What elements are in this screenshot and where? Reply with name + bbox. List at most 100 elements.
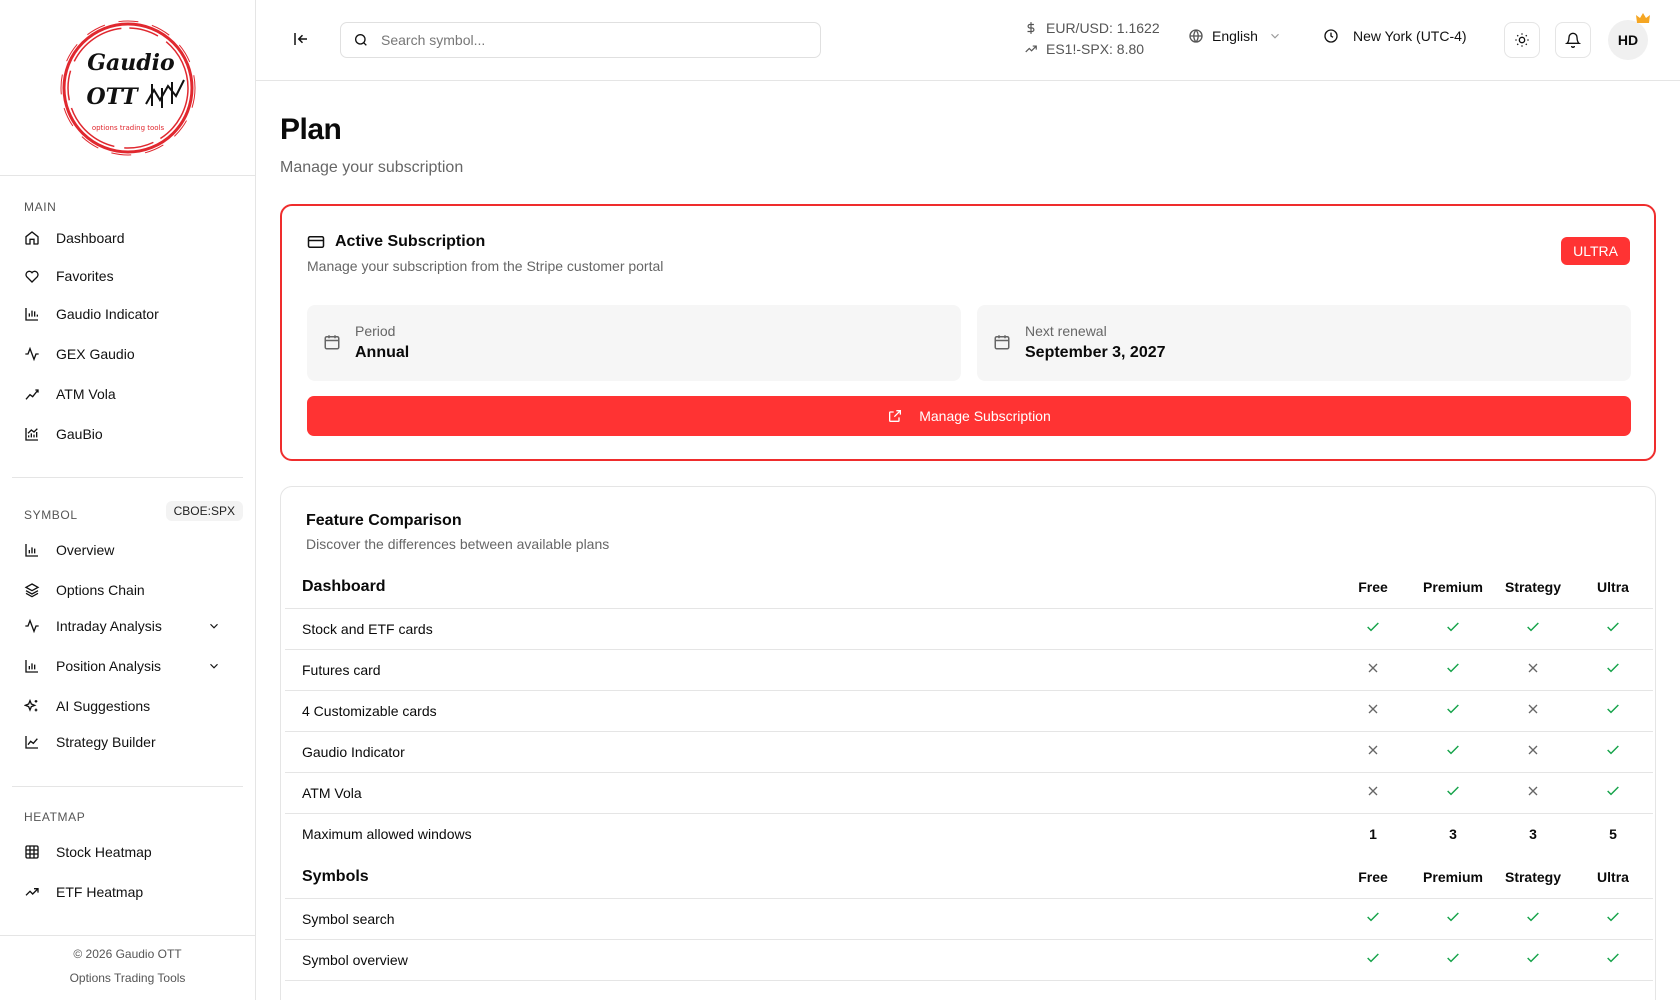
user-avatar[interactable]: HD [1608, 20, 1648, 60]
feature-comparison-subtitle: Discover the differences between availab… [306, 536, 610, 552]
table-row: Gaudio Indicator [285, 731, 1653, 773]
check-icon [1573, 772, 1653, 814]
calendar-icon [994, 335, 1010, 350]
section-heading: Symbols [285, 857, 1333, 899]
nav-gaubio[interactable]: GauBio [24, 420, 231, 448]
symbols-comparison-table: Symbols Free Premium Strategy Ultra Symb… [285, 857, 1653, 981]
cross-icon [1493, 690, 1573, 732]
chevron-down-icon [1271, 33, 1279, 39]
period-value: Annual [355, 344, 410, 361]
plan-header: Premium [1413, 857, 1493, 899]
notifications-button[interactable] [1555, 22, 1591, 58]
timezone-selector[interactable]: New York (UTC-4) [1323, 28, 1467, 44]
theme-toggle-button[interactable] [1504, 22, 1540, 58]
search-input[interactable] [381, 32, 781, 48]
nav-favorites[interactable]: Favorites [24, 262, 231, 290]
crown-icon [1636, 13, 1650, 23]
nav-gaudio-indicator[interactable]: Gaudio Indicator [24, 300, 231, 328]
check-icon [1413, 731, 1493, 773]
renewal-value: September 3, 2027 [1025, 344, 1166, 361]
language-selector[interactable]: English [1188, 28, 1282, 44]
feature-name: Symbol overview [285, 939, 1333, 981]
nav-atm-vola[interactable]: ATM Vola [24, 380, 231, 408]
nav-label: ATM Vola [56, 386, 116, 402]
check-icon [1573, 898, 1653, 940]
bar-chart-icon [24, 306, 40, 322]
globe-icon [1189, 29, 1203, 43]
copyright-text: © 2026 Gaudio OTT [73, 947, 182, 961]
period-box: Period Annual [307, 305, 961, 381]
nav-label: Overview [56, 542, 115, 558]
table-header-row: Dashboard Free Premium Strategy Ultra [285, 567, 1653, 609]
plan-header: Strategy [1493, 857, 1573, 899]
nav-gex-gaudio[interactable]: GEX Gaudio [24, 340, 231, 368]
gaudio-ott-logo[interactable]: Gaudio OTT options trading tools [58, 18, 198, 158]
feature-name: Stock and ETF cards [285, 608, 1333, 650]
nav-dashboard[interactable]: Dashboard [24, 224, 231, 252]
active-subscription-subtitle: Manage your subscription from the Stripe… [307, 258, 664, 274]
line-chart-icon [24, 734, 40, 750]
nav-overview[interactable]: Overview [24, 536, 231, 564]
nav-ai-suggestions[interactable]: AI Suggestions [24, 692, 231, 720]
symbols-rows: Symbol search Symbol overview [285, 898, 1653, 981]
check-icon [1413, 690, 1493, 732]
nav-options-chain[interactable]: Options Chain [24, 576, 231, 604]
divider [12, 477, 243, 478]
nav-intraday-analysis[interactable]: Intraday Analysis [24, 612, 231, 640]
check-icon [1413, 898, 1493, 940]
clock-icon [1324, 29, 1338, 43]
trending-up-icon [24, 884, 40, 900]
check-icon [1413, 772, 1493, 814]
feature-name: Maximum allowed windows [302, 825, 472, 842]
nav-etf-heatmap[interactable]: ETF Heatmap [24, 878, 231, 906]
sun-icon [1515, 33, 1529, 47]
bar-chart-icon [24, 658, 40, 674]
renewal-label: Next renewal [1025, 323, 1107, 339]
bell-icon [1565, 32, 1581, 48]
check-icon [1413, 939, 1493, 981]
chevron-down-icon[interactable] [207, 619, 221, 633]
check-icon [1573, 608, 1653, 650]
check-icon [1333, 939, 1413, 981]
chart-network-icon [24, 386, 40, 402]
nav-strategy-builder[interactable]: Strategy Builder [24, 728, 231, 756]
nav-label: Position Analysis [56, 658, 162, 674]
ticker-es-spx-text: ES1!-SPX: 8.80 [1046, 41, 1145, 57]
page-subtitle: Manage your subscription [280, 159, 464, 176]
table-row: Maximum allowed windows 1 3 3 5 [285, 813, 1653, 854]
nav-label: GauBio [56, 426, 103, 442]
trending-up-icon [1025, 45, 1037, 53]
top-header: EUR/USD: 1.1622 ES1!-SPX: 8.80 English N… [256, 0, 1680, 81]
bar-chart-icon [24, 542, 40, 558]
sparkles-icon [24, 698, 40, 714]
feature-name: Symbol search [285, 898, 1333, 940]
feature-name: ATM Vola [285, 772, 1333, 814]
layers-icon [24, 582, 40, 598]
nav-position-analysis[interactable]: Position Analysis [24, 652, 231, 680]
nav-label: Favorites [56, 268, 114, 284]
plan-header: Free [1333, 567, 1413, 609]
svg-text:OTT: OTT [86, 84, 139, 110]
chevron-down-icon[interactable] [207, 659, 221, 673]
nav-label: GEX Gaudio [56, 346, 135, 362]
nav-stock-heatmap[interactable]: Stock Heatmap [24, 838, 231, 866]
plan-header: Free [1333, 857, 1413, 899]
plan-header: Premium [1413, 567, 1493, 609]
limit-value: 5 [1609, 825, 1617, 842]
feature-comparison-title: Feature Comparison [306, 512, 462, 529]
section-heading: Dashboard [285, 567, 1333, 609]
section-heatmap-label: HEATMAP [24, 810, 86, 824]
collapse-sidebar-icon[interactable] [292, 30, 310, 48]
plan-header: Ultra [1573, 857, 1653, 899]
cross-icon [1493, 649, 1573, 691]
cross-icon [1333, 731, 1413, 773]
grid-icon [24, 844, 40, 860]
current-symbol-badge[interactable]: CBOE:SPX [165, 501, 243, 521]
external-link-icon [889, 410, 902, 422]
activity-icon [24, 346, 40, 362]
table-header-row: Symbols Free Premium Strategy Ultra [285, 857, 1653, 899]
feature-comparison-card: Feature Comparison Discover the differen… [280, 486, 1656, 1000]
search-box[interactable] [340, 22, 821, 58]
table-row: Futures card [285, 649, 1653, 691]
manage-subscription-button[interactable]: Manage Subscription [307, 396, 1631, 436]
